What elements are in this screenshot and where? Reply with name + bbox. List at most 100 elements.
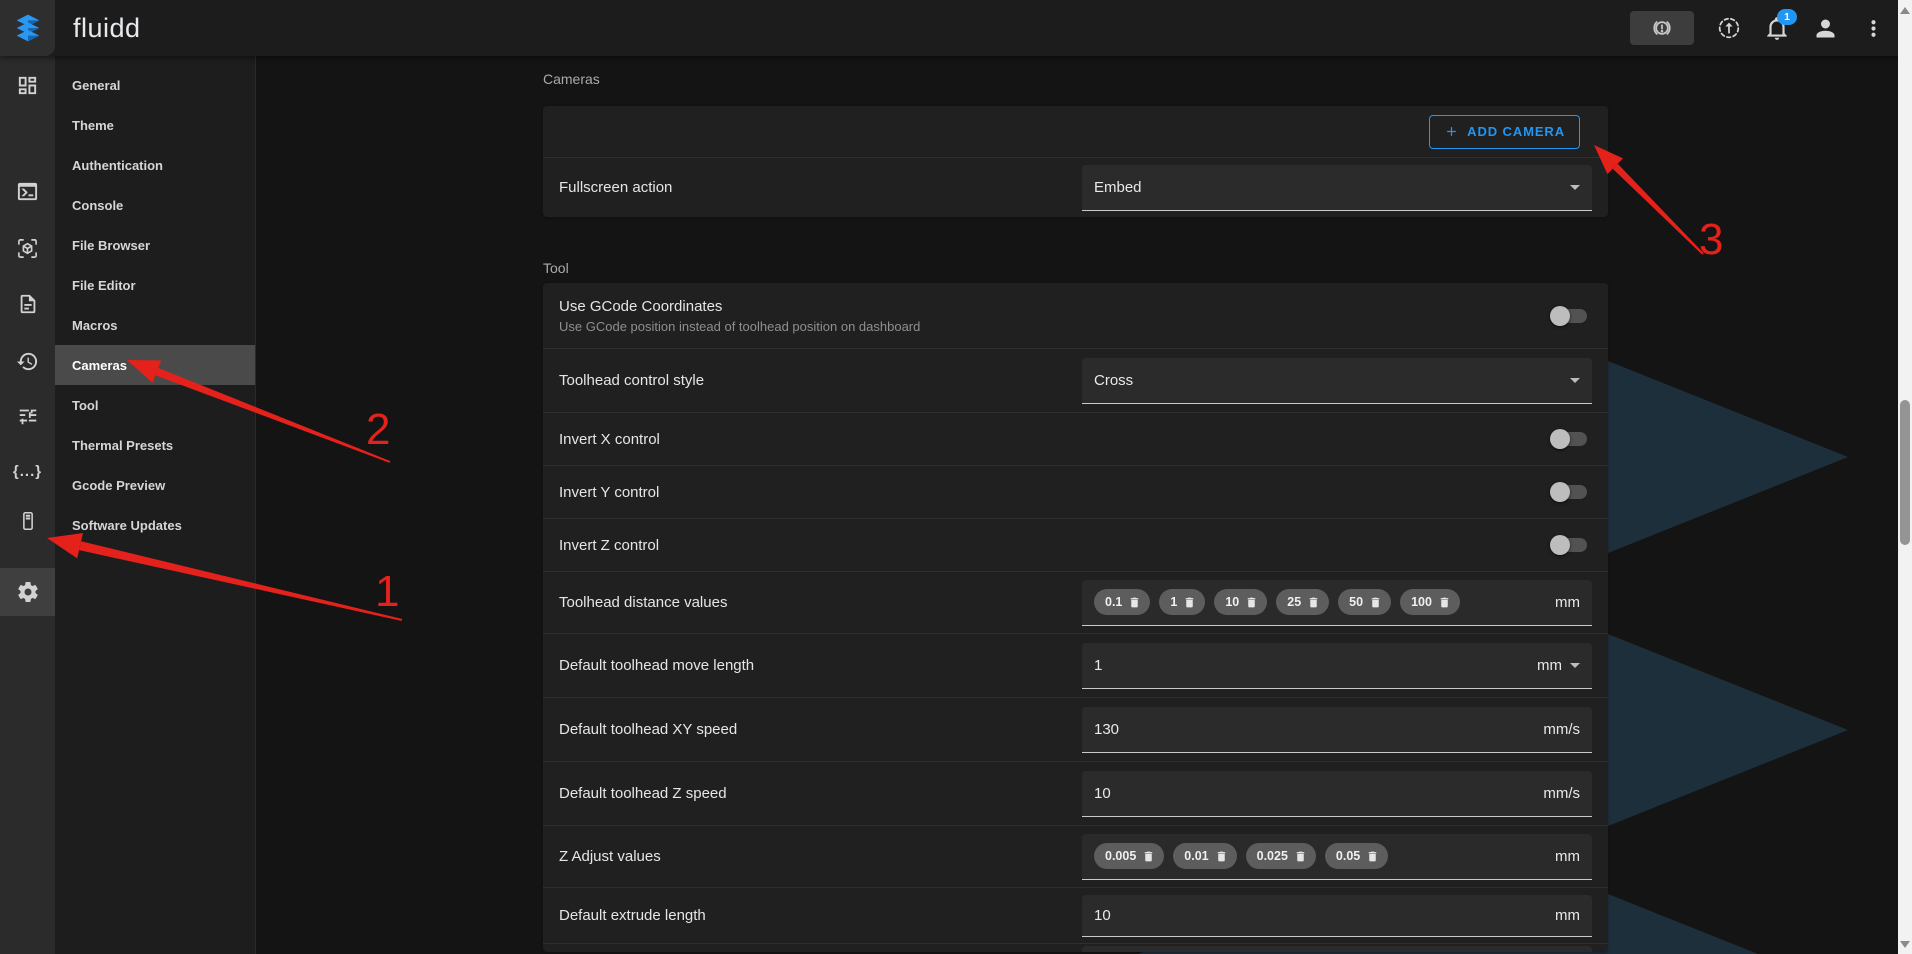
- delete-icon[interactable]: [1215, 850, 1228, 863]
- chip-value: 1: [1170, 595, 1177, 609]
- toggle-thumb: [1550, 482, 1570, 502]
- chip-value: 10: [1225, 595, 1239, 609]
- rail-item-configure[interactable]: {...}: [0, 447, 55, 495]
- annotation-step-3: 3: [1699, 215, 1723, 264]
- scroll-down-arrow[interactable]: [1898, 937, 1912, 951]
- delete-icon[interactable]: [1294, 850, 1307, 863]
- chip-value: 0.005: [1105, 849, 1136, 863]
- gear-icon: [16, 580, 40, 604]
- scroll-up-arrow[interactable]: [1898, 3, 1912, 17]
- chevron-down-icon: [1570, 378, 1580, 383]
- distance-chip[interactable]: 0.1: [1094, 589, 1150, 615]
- move-length-label: Default toolhead move length: [559, 657, 1082, 674]
- distance-values-unit: mm: [1555, 594, 1580, 611]
- z-speed-label: Default toolhead Z speed: [559, 785, 1082, 802]
- xy-speed-input[interactable]: [1094, 721, 1533, 738]
- rail-item-gcode-preview[interactable]: [0, 224, 55, 272]
- distance-chip[interactable]: 10: [1214, 589, 1267, 615]
- move-length-field: mm: [1082, 643, 1592, 689]
- invert-x-toggle[interactable]: [1550, 429, 1587, 449]
- chip-value: 50: [1349, 595, 1363, 609]
- chevron-down-icon[interactable]: [1570, 663, 1580, 668]
- window-scrollbar[interactable]: [1898, 0, 1912, 954]
- nav-item-general[interactable]: General: [55, 65, 255, 105]
- chip-value: 0.01: [1184, 849, 1208, 863]
- delete-icon[interactable]: [1142, 850, 1155, 863]
- z-adjust-label: Z Adjust values: [559, 848, 1082, 865]
- rail-item-dashboard[interactable]: [0, 61, 55, 109]
- invert-y-toggle[interactable]: [1550, 482, 1587, 502]
- invert-y-label: Invert Y control: [559, 484, 1082, 501]
- nav-item-theme[interactable]: Theme: [55, 105, 255, 145]
- rail-item-jobs[interactable]: [0, 280, 55, 328]
- nav-item-file-editor[interactable]: File Editor: [55, 265, 255, 305]
- distance-chip[interactable]: 1: [1159, 589, 1205, 615]
- z-adjust-field[interactable]: 0.005 0.01 0.025 0.05 mm: [1082, 834, 1592, 880]
- nav-item-software-updates[interactable]: Software Updates: [55, 505, 255, 545]
- chip-value: 0.025: [1257, 849, 1288, 863]
- gcode-coords-sublabel: Use GCode position instead of toolhead p…: [559, 319, 1082, 334]
- delete-icon[interactable]: [1438, 596, 1451, 609]
- rail-item-tune[interactable]: [0, 392, 55, 440]
- nav-item-cameras[interactable]: Cameras: [55, 345, 255, 385]
- distance-chip[interactable]: 100: [1400, 589, 1460, 615]
- gcode-coords-toggle[interactable]: [1550, 306, 1587, 326]
- annotation-arrow-3: [1613, 164, 1704, 255]
- chip-value: 25: [1287, 595, 1301, 609]
- dashboard-icon: [16, 74, 39, 97]
- sidebar-rail: {...}: [0, 56, 55, 954]
- z-speed-input[interactable]: [1094, 785, 1533, 802]
- delete-icon[interactable]: [1128, 596, 1141, 609]
- distance-chip[interactable]: 25: [1276, 589, 1329, 615]
- add-camera-button[interactable]: ADD CAMERA: [1429, 115, 1580, 149]
- delete-icon[interactable]: [1183, 596, 1196, 609]
- nav-item-file-browser[interactable]: File Browser: [55, 225, 255, 265]
- code-braces-icon: {...}: [13, 463, 42, 480]
- delete-icon[interactable]: [1245, 596, 1258, 609]
- rail-item-history[interactable]: [0, 337, 55, 385]
- z-adjust-chip[interactable]: 0.005: [1094, 843, 1164, 869]
- nav-item-console[interactable]: Console: [55, 185, 255, 225]
- control-style-select[interactable]: Cross: [1082, 358, 1592, 404]
- add-camera-label: ADD CAMERA: [1467, 124, 1565, 139]
- app-title: fluidd: [73, 13, 141, 44]
- fullscreen-action-select[interactable]: Embed: [1082, 165, 1592, 211]
- notifications-button[interactable]: 1: [1764, 15, 1790, 41]
- toggle-thumb: [1550, 535, 1570, 555]
- invert-z-toggle[interactable]: [1550, 535, 1587, 555]
- extrude-length-unit: mm: [1555, 907, 1580, 924]
- rail-item-settings[interactable]: [0, 568, 55, 616]
- distance-chip[interactable]: 50: [1338, 589, 1391, 615]
- nav-item-tool[interactable]: Tool: [55, 385, 255, 425]
- account-button[interactable]: [1812, 15, 1839, 42]
- z-adjust-unit: mm: [1555, 848, 1580, 865]
- update-available-button[interactable]: [1716, 15, 1742, 41]
- toggle-thumb: [1550, 306, 1570, 326]
- annotation-step-1: 1: [375, 567, 399, 616]
- nav-item-gcode-preview[interactable]: Gcode Preview: [55, 465, 255, 505]
- delete-icon[interactable]: [1369, 596, 1382, 609]
- z-adjust-chip[interactable]: 0.01: [1173, 843, 1236, 869]
- account-icon: [1812, 15, 1839, 42]
- distance-values-field[interactable]: 0.1 1 10 25: [1082, 580, 1592, 626]
- z-adjust-chip[interactable]: 0.025: [1246, 843, 1316, 869]
- delete-icon[interactable]: [1307, 596, 1320, 609]
- settings-content: Cameras ADD CAMERA Fullscreen action Emb…: [543, 56, 1608, 952]
- z-adjust-chip[interactable]: 0.05: [1325, 843, 1388, 869]
- delete-icon[interactable]: [1366, 850, 1379, 863]
- emergency-stop-button[interactable]: [1630, 11, 1694, 45]
- rail-item-system[interactable]: [0, 497, 55, 545]
- rail-item-console[interactable]: [0, 167, 55, 215]
- extrude-length-input[interactable]: [1094, 907, 1545, 924]
- nav-item-thermal-presets[interactable]: Thermal Presets: [55, 425, 255, 465]
- move-length-unit[interactable]: mm: [1537, 657, 1562, 674]
- nav-item-macros[interactable]: Macros: [55, 305, 255, 345]
- chip-value: 100: [1411, 595, 1432, 609]
- fluidd-logo-icon: [11, 11, 45, 45]
- scrollbar-thumb[interactable]: [1900, 400, 1910, 545]
- move-length-input[interactable]: [1094, 657, 1527, 674]
- nav-item-authentication[interactable]: Authentication: [55, 145, 255, 185]
- console-icon: [16, 180, 39, 203]
- overflow-menu-button[interactable]: [1861, 16, 1886, 41]
- app-logo[interactable]: [0, 0, 55, 56]
